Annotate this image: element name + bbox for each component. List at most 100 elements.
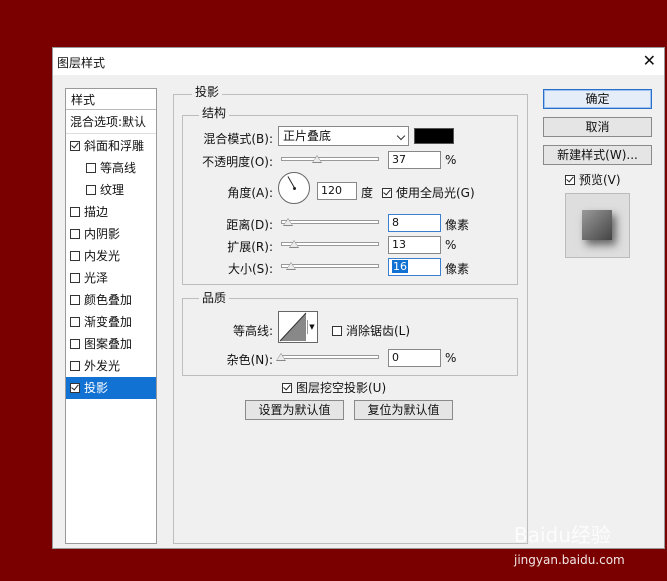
preview-label: 预览(V)	[579, 173, 621, 187]
styles-item[interactable]: 图案叠加	[66, 333, 156, 355]
style-item-label: 光泽	[84, 271, 109, 285]
reset-default-button[interactable]: 复位为默认值	[354, 400, 453, 420]
opacity-slider-track[interactable]	[281, 157, 379, 161]
dialog-title: 图层样式	[57, 56, 106, 70]
opacity-unit: %	[445, 153, 457, 167]
distance-field[interactable]: 8	[388, 214, 441, 232]
styles-header: 样式	[66, 89, 156, 110]
anti-alias-check	[332, 326, 342, 336]
contour-label: 等高线:	[232, 324, 273, 338]
blend-mode-label: 混合模式(B):	[203, 132, 273, 146]
blend-mode-value: 正片叠底	[283, 129, 332, 143]
blend-options-label: 混合选项:默认	[70, 115, 147, 129]
knockout-checkbox[interactable]: 图层挖空投影(U)	[282, 379, 386, 396]
title-bar[interactable]: 图层样式 ✕	[53, 48, 664, 75]
styles-item[interactable]: 描边	[66, 201, 156, 223]
style-checkbox[interactable]	[70, 273, 80, 283]
style-checkbox[interactable]	[70, 295, 80, 305]
baidu-watermark: Baidu经验	[514, 523, 611, 547]
preview-check	[565, 175, 575, 185]
spread-label: 扩展(R):	[227, 240, 273, 254]
styles-item[interactable]: 内发光	[66, 245, 156, 267]
style-item-label: 颜色叠加	[84, 293, 133, 307]
distance-slider-track[interactable]	[281, 220, 379, 224]
styles-header-label: 样式	[71, 93, 96, 107]
cancel-button[interactable]: 取消	[543, 117, 652, 137]
distance-label: 距离(D):	[226, 218, 273, 232]
knockout-check	[282, 383, 292, 393]
shadow-color-swatch[interactable]	[414, 128, 454, 144]
styles-item[interactable]: 斜面和浮雕	[66, 135, 156, 157]
layer-style-dialog: 图层样式 ✕ 样式 混合选项:默认 斜面和浮雕等高线纹理描边内阴影内发光光泽颜色…	[52, 47, 665, 549]
angle-dial[interactable]	[278, 172, 310, 204]
angle-field[interactable]: 120	[317, 182, 357, 200]
baidu-watermark-url: jingyan.baidu.com	[514, 553, 625, 567]
styles-item[interactable]: 颜色叠加	[66, 289, 156, 311]
anti-alias-checkbox[interactable]: 消除锯齿(L)	[332, 322, 410, 339]
opacity-field[interactable]: 37	[388, 151, 441, 169]
blend-mode-select[interactable]: 正片叠底	[278, 126, 409, 146]
chevron-down-icon[interactable]: ▼	[307, 320, 316, 334]
opacity-slider-thumb[interactable]	[312, 155, 322, 163]
styles-item[interactable]: 外发光	[66, 355, 156, 377]
style-checkbox[interactable]	[70, 383, 80, 393]
style-checkbox[interactable]	[70, 229, 80, 239]
style-checkbox[interactable]	[70, 251, 80, 261]
close-icon[interactable]: ✕	[643, 51, 656, 70]
distance-slider-thumb[interactable]	[283, 218, 293, 226]
style-item-label: 内发光	[84, 249, 121, 263]
noise-unit: %	[445, 351, 457, 365]
angle-dial-center	[293, 187, 296, 190]
preview-swatch	[582, 210, 612, 240]
spread-field[interactable]: 13	[388, 236, 441, 254]
global-light-label: 使用全局光(G)	[396, 186, 475, 200]
chevron-down-icon	[396, 131, 406, 141]
size-label: 大小(S):	[227, 262, 273, 276]
styles-item[interactable]: 等高线	[66, 157, 156, 179]
global-light-check	[382, 188, 392, 198]
styles-item[interactable]: 内阴影	[66, 223, 156, 245]
style-item-label: 投影	[84, 381, 109, 395]
styles-item[interactable]: 渐变叠加	[66, 311, 156, 333]
size-value: 16	[392, 260, 408, 273]
spread-slider-thumb[interactable]	[289, 240, 299, 248]
style-checkbox[interactable]	[70, 361, 80, 371]
style-item-label: 内阴影	[84, 227, 121, 241]
ok-button[interactable]: 确定	[543, 89, 652, 109]
make-default-button[interactable]: 设置为默认值	[245, 400, 344, 420]
global-light-checkbox[interactable]: 使用全局光(G)	[382, 184, 475, 201]
styles-item-blend-options[interactable]: 混合选项:默认	[66, 111, 156, 134]
styles-item[interactable]: 光泽	[66, 267, 156, 289]
styles-item[interactable]: 纹理	[66, 179, 156, 201]
angle-unit: 度	[361, 186, 374, 200]
preview-checkbox[interactable]: 预览(V)	[565, 171, 621, 188]
style-checkbox[interactable]	[86, 163, 96, 173]
noise-slider-thumb[interactable]	[276, 353, 286, 361]
style-preview-box	[565, 193, 630, 258]
contour-linear-icon	[279, 312, 307, 342]
style-checkbox[interactable]	[70, 207, 80, 217]
distance-unit: 像素	[445, 218, 470, 232]
angle-label: 角度(A):	[227, 186, 273, 200]
opacity-label: 不透明度(O):	[202, 155, 273, 169]
style-item-label: 等高线	[100, 161, 137, 175]
size-slider-thumb[interactable]	[286, 262, 296, 270]
noise-field[interactable]: 0	[388, 349, 441, 367]
noise-slider-track[interactable]	[281, 355, 379, 359]
styles-item[interactable]: 投影	[66, 377, 156, 399]
structure-title: 结构	[199, 104, 230, 121]
drop-shadow-title: 投影	[192, 83, 223, 100]
style-checkbox[interactable]	[70, 339, 80, 349]
style-item-label: 外发光	[84, 359, 121, 373]
noise-label: 杂色(N):	[226, 353, 273, 367]
size-field[interactable]: 16	[388, 258, 441, 276]
style-checkbox[interactable]	[86, 185, 96, 195]
new-style-button[interactable]: 新建样式(W)...	[543, 145, 652, 165]
style-checkbox[interactable]	[70, 317, 80, 327]
style-checkbox[interactable]	[70, 141, 80, 151]
contour-picker[interactable]: ▼	[278, 311, 318, 343]
size-unit: 像素	[445, 262, 470, 276]
style-item-label: 渐变叠加	[84, 315, 133, 329]
style-item-label: 斜面和浮雕	[84, 139, 145, 153]
style-item-label: 纹理	[100, 183, 125, 197]
